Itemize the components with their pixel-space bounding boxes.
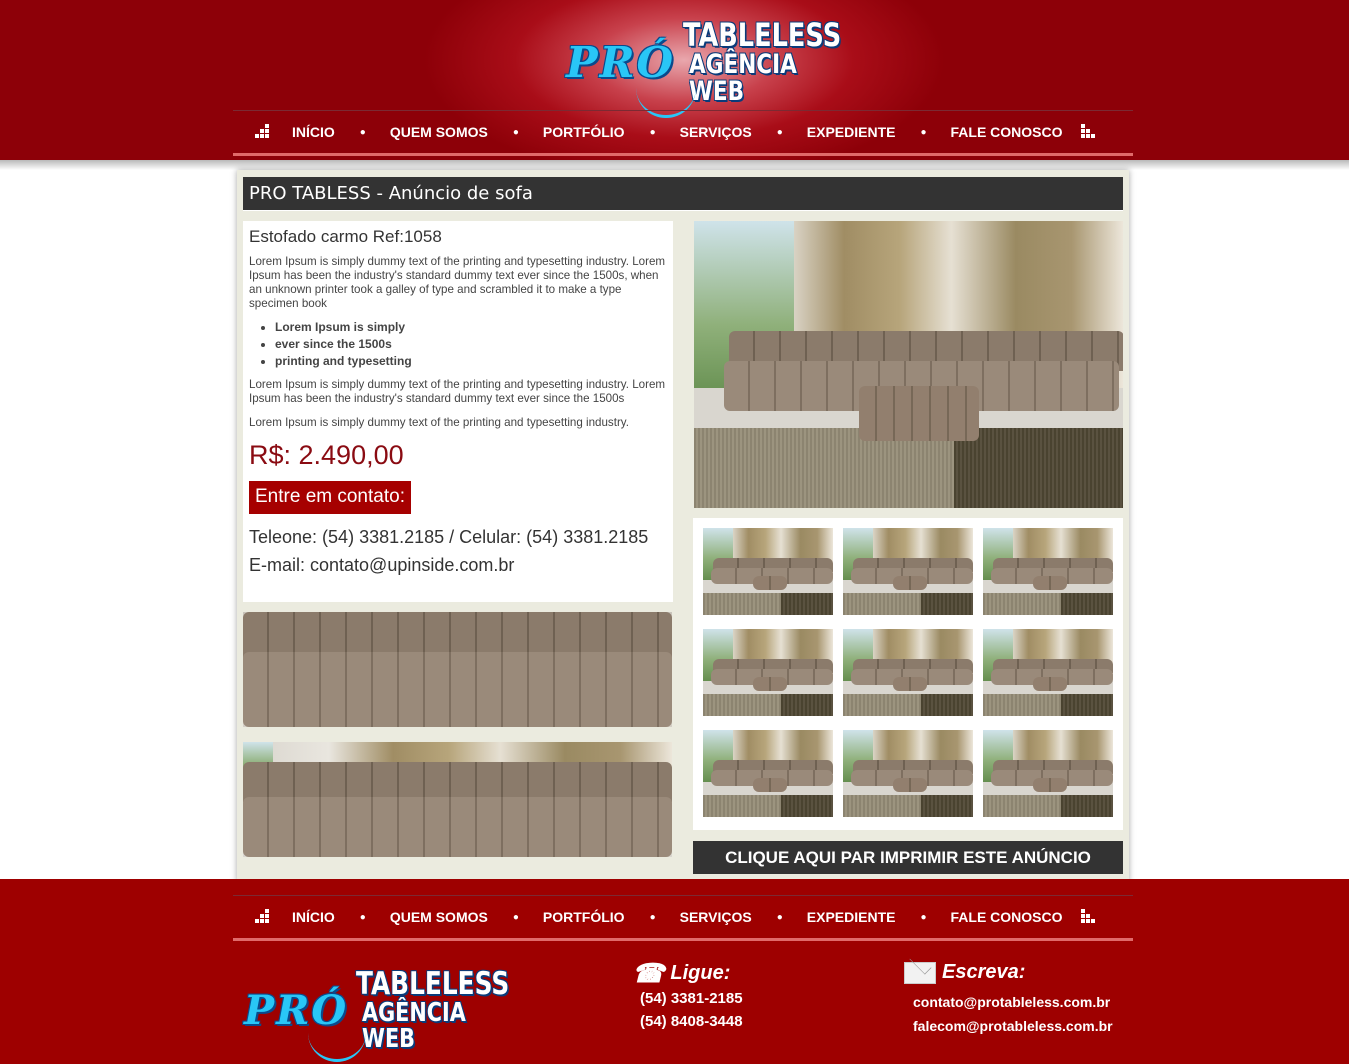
bars-right-icon xyxy=(1080,909,1099,925)
gallery-thumbnail[interactable] xyxy=(983,730,1113,817)
nav-item-inicio[interactable]: INÍCIO xyxy=(292,124,335,140)
footer-write: Escreva: contato@protableless.com.br fal… xyxy=(904,961,1113,1034)
logo-line-1: TABLELESS xyxy=(683,16,842,54)
main-nav: INÍCIO ● QUEM SOMOS ● PORTFÓLIO ● SERVIÇ… xyxy=(233,110,1133,156)
content-panel: PRO TABLESS - Anúncio de sofa Estofado c… xyxy=(237,170,1129,883)
nav-item-quem-somos[interactable]: QUEM SOMOS xyxy=(390,909,488,925)
nav-separator: ● xyxy=(920,126,927,138)
ad-title: PRO TABLESS - Anúncio de sofa xyxy=(243,177,1123,211)
ad-description: Estofado carmo Ref:1058 Lorem Ipsum is s… xyxy=(243,221,673,602)
footer-phone: (54) 3381-2185 xyxy=(640,990,743,1007)
nav-item-portfolio[interactable]: PORTFÓLIO xyxy=(543,909,625,925)
print-ad-button[interactable]: CLIQUE AQUI PAR IMPRIMIR ESTE ANÚNCIO xyxy=(693,841,1123,874)
feature-item: Lorem Ipsum is simply xyxy=(275,319,667,336)
nav-separator: ● xyxy=(776,911,783,923)
feature-list: Lorem Ipsum is simply ever since the 150… xyxy=(275,319,667,370)
gallery-thumbnail[interactable] xyxy=(703,528,833,615)
nav-item-servicos[interactable]: SERVIÇOS xyxy=(680,909,752,925)
mail-icon xyxy=(904,961,936,984)
gallery-thumbnail[interactable] xyxy=(703,629,833,716)
description-paragraph: Lorem Ipsum is simply dummy text of the … xyxy=(249,416,629,429)
phone-line: Teleone: (54) 3381.2185 / Celular: (54) … xyxy=(249,527,649,547)
gallery-thumbnail[interactable] xyxy=(703,730,833,817)
call-title: Ligue: xyxy=(670,961,731,984)
gallery-thumbnail[interactable] xyxy=(843,730,973,817)
phone-icon: ☎ xyxy=(632,958,665,988)
price: R$: 2.490,00 xyxy=(249,440,404,470)
nav-item-servicos[interactable]: SERVIÇOS xyxy=(680,124,752,140)
gallery-thumbnail[interactable] xyxy=(843,629,973,716)
email-line: E-mail: contato@upinside.com.br xyxy=(249,555,515,575)
gallery-thumbnail[interactable] xyxy=(983,528,1113,615)
nav-item-expediente[interactable]: EXPEDIENTE xyxy=(807,909,896,925)
bars-left-icon xyxy=(255,124,273,140)
footer-phone: (54) 8408-3448 xyxy=(640,1013,743,1030)
logo-line-2: AGÊNCIA WEB xyxy=(689,49,797,107)
contact-button[interactable]: Entre em contato: xyxy=(249,481,411,514)
main-sofa-photo xyxy=(694,221,1123,508)
product-name: Estofado carmo Ref:1058 xyxy=(249,227,442,246)
nav-separator: ● xyxy=(359,126,366,138)
footer-email[interactable]: falecom@protableless.com.br xyxy=(913,1018,1113,1034)
bars-right-icon xyxy=(1080,124,1099,140)
footer-nav: INÍCIO ● QUEM SOMOS ● PORTFÓLIO ● SERVIÇ… xyxy=(233,895,1133,941)
site-logo[interactable]: PRÓ TABLELESS AGÊNCIA WEB xyxy=(566,19,841,118)
nav-item-expediente[interactable]: EXPEDIENTE xyxy=(807,124,896,140)
gallery-thumbnail[interactable] xyxy=(983,629,1113,716)
logo-line-1: TABLELESS xyxy=(356,965,510,1002)
gallery-thumbnail[interactable] xyxy=(843,528,973,615)
nav-item-portfolio[interactable]: PORTFÓLIO xyxy=(543,124,625,140)
nav-separator: ● xyxy=(512,911,519,923)
footer-logo[interactable]: PRÓ TABLELESS AGÊNCIA WEB xyxy=(244,968,509,1062)
nav-item-inicio[interactable]: INÍCIO xyxy=(292,909,335,925)
nav-separator: ● xyxy=(359,911,366,923)
sofa-detail-photo-1 xyxy=(243,612,672,727)
logo-word: PRÓ xyxy=(566,37,676,87)
logo-line-2: AGÊNCIA WEB xyxy=(362,997,467,1054)
bars-left-icon xyxy=(255,909,273,925)
feature-item: ever since the 1500s xyxy=(275,336,667,353)
nav-item-quem-somos[interactable]: QUEM SOMOS xyxy=(390,124,488,140)
thumbnail-gallery xyxy=(693,518,1123,830)
footer-call: ☎ Ligue: (54) 3381-2185 (54) 8408-3448 xyxy=(632,960,743,1030)
description-paragraph: Lorem Ipsum is simply dummy text of the … xyxy=(249,378,666,405)
nav-separator: ● xyxy=(920,911,927,923)
nav-separator: ● xyxy=(649,126,656,138)
write-title: Escreva: xyxy=(942,961,1026,983)
nav-item-fale-conosco[interactable]: FALE CONOSCO xyxy=(951,124,1063,140)
description-paragraph: Lorem Ipsum is simply dummy text of the … xyxy=(249,255,666,310)
nav-separator: ● xyxy=(649,911,656,923)
footer-email[interactable]: contato@protableless.com.br xyxy=(913,994,1113,1010)
sofa-detail-photo-2 xyxy=(243,742,672,857)
feature-item: printing and typesetting xyxy=(275,353,667,370)
nav-separator: ● xyxy=(512,126,519,138)
nav-separator: ● xyxy=(776,126,783,138)
nav-item-fale-conosco[interactable]: FALE CONOSCO xyxy=(951,909,1063,925)
